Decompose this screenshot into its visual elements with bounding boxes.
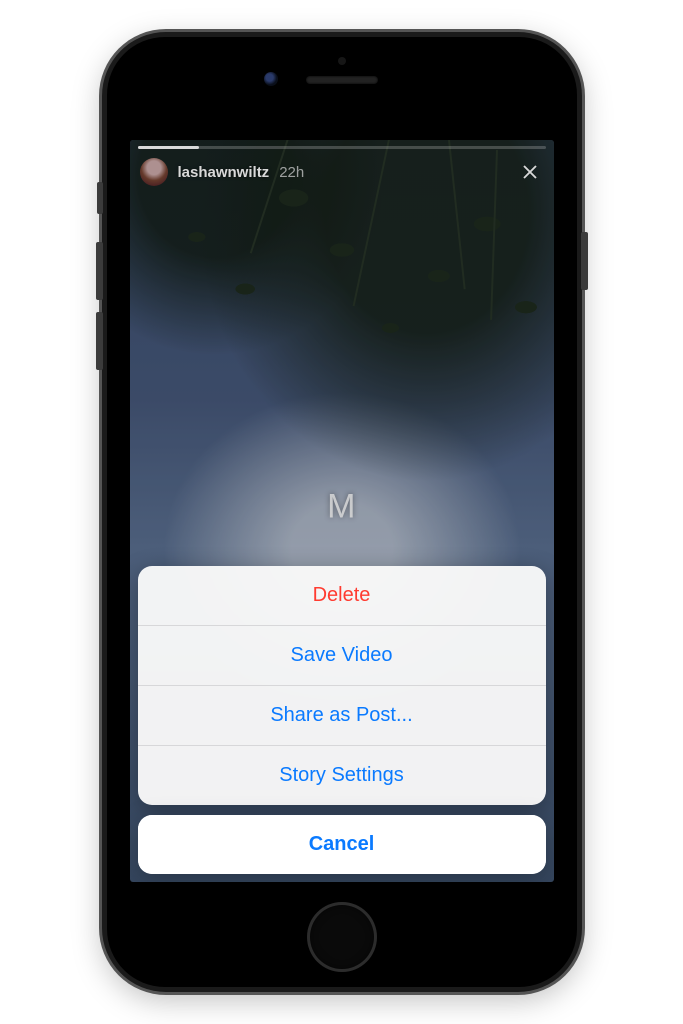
volume-down <box>96 312 103 370</box>
proximity-sensor <box>338 57 346 65</box>
action-save-video[interactable]: Save Video <box>138 625 546 685</box>
power-button <box>581 232 588 290</box>
home-button[interactable] <box>307 902 377 972</box>
action-story-settings[interactable]: Story Settings <box>138 745 546 805</box>
action-sheet-options: Delete Save Video Share as Post... Story… <box>138 566 546 805</box>
action-delete[interactable]: Delete <box>138 566 546 625</box>
volume-up <box>96 242 103 300</box>
action-sheet-cancel-group: Cancel <box>138 815 546 874</box>
action-share-as-post[interactable]: Share as Post... <box>138 685 546 745</box>
mute-switch <box>97 182 103 214</box>
earpiece-speaker <box>306 76 378 84</box>
front-camera <box>264 72 278 86</box>
phone-frame: lashawnwiltz 22h M Delete Save Video Sha… <box>102 32 582 992</box>
action-cancel[interactable]: Cancel <box>138 815 546 874</box>
screen: lashawnwiltz 22h M Delete Save Video Sha… <box>130 140 554 882</box>
action-sheet: Delete Save Video Share as Post... Story… <box>138 566 546 874</box>
